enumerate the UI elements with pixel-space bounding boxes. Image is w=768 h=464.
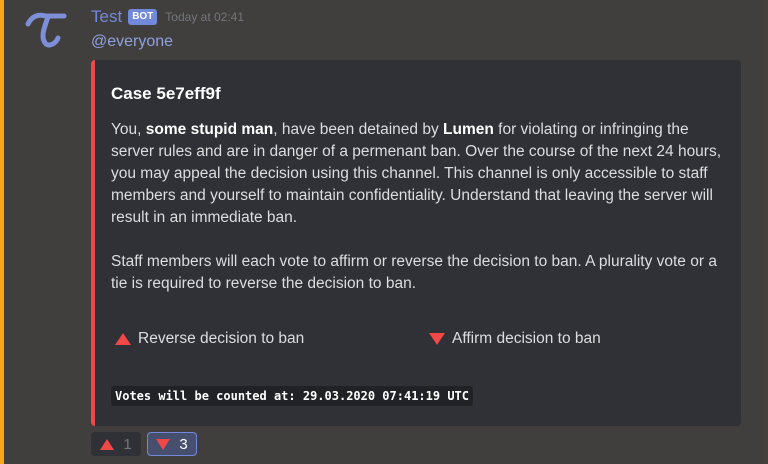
field-reverse-decision: Reverse decision to ban — [115, 330, 304, 348]
detained-user-name: some stupid man — [145, 121, 274, 138]
reaction-count: 1 — [123, 435, 132, 453]
reaction-count: 3 — [179, 435, 188, 453]
moderator-name: Lumen — [443, 121, 494, 138]
embed: Case 5e7eff9f You, some stupid man, have… — [91, 60, 741, 426]
triangle-up-icon — [115, 333, 131, 345]
message-header: Test BOT Today at 02:41 — [91, 5, 244, 29]
embed-description: You, some stupid man, have been detained… — [111, 119, 723, 295]
triangle-down-icon — [156, 438, 171, 450]
message-timestamp[interactable]: Today at 02:41 — [165, 10, 244, 24]
everyone-mention[interactable]: @everyone — [91, 33, 173, 51]
desc-text: , have been detained by — [273, 121, 444, 138]
embed-paragraph: Staff members will each vote to affirm o… — [111, 253, 717, 292]
embed-title: Case 5e7eff9f — [111, 84, 221, 103]
mention-highlight-bar — [0, 0, 4, 464]
triangle-up-icon — [100, 438, 115, 450]
author-username[interactable]: Test — [91, 7, 122, 27]
bot-tag: BOT — [128, 9, 158, 25]
field-reverse-label: Reverse decision to ban — [138, 330, 305, 347]
embed-footer-votes-time: Votes will be counted at: 29.03.2020 07:… — [111, 386, 474, 406]
field-affirm-decision: Affirm decision to ban — [429, 330, 601, 348]
reaction-reverse-button[interactable]: 1 — [91, 432, 141, 456]
reaction-affirm-button[interactable]: 3 — [147, 432, 197, 456]
avatar[interactable] — [18, 6, 74, 54]
reactions-bar: 1 3 — [91, 432, 203, 456]
desc-text: You, — [111, 121, 146, 138]
field-affirm-label: Affirm decision to ban — [452, 330, 601, 347]
tau-logo-icon — [25, 12, 67, 48]
triangle-down-icon — [429, 333, 445, 345]
embed-paragraph: You, some stupid man, have been detained… — [111, 119, 723, 229]
